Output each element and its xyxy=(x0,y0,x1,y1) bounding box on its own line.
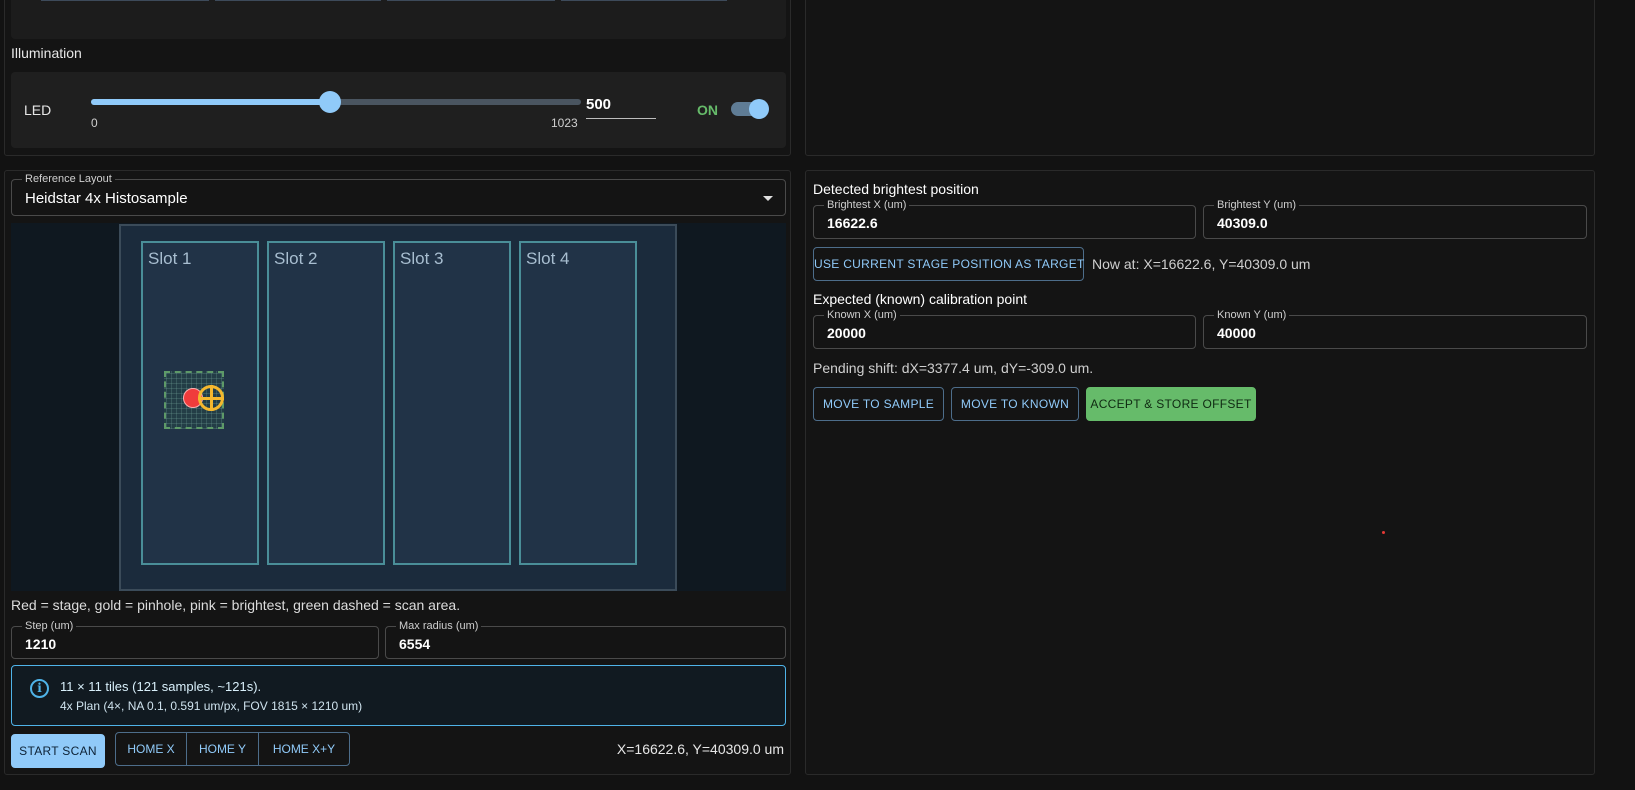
known-x-field[interactable]: Known X (um) 20000 xyxy=(813,308,1196,349)
detected-brightest-heading: Detected brightest position xyxy=(813,181,979,197)
stage-position-readout: X=16622.6, Y=40309.0 um xyxy=(616,741,784,757)
brightest-x-field[interactable]: Brightest X (um) 16622.6 xyxy=(813,198,1196,239)
control-stub-2 xyxy=(215,0,381,1)
move-to-sample-button[interactable]: MOVE TO SAMPLE xyxy=(813,387,944,421)
camera-controls-strip xyxy=(11,0,786,39)
control-stub-3 xyxy=(387,0,555,1)
led-toggle-label: ON xyxy=(697,102,718,118)
cursor-marker xyxy=(1382,531,1385,534)
use-current-position-button[interactable]: USE CURRENT STAGE POSITION AS TARGET xyxy=(813,247,1084,281)
control-stub-1 xyxy=(41,0,209,1)
scan-info-alert: i 11 × 11 tiles (121 samples, ~121s). 4x… xyxy=(11,665,786,726)
control-stub-4 xyxy=(561,0,727,1)
slot-1[interactable]: Slot 1 xyxy=(141,241,259,565)
move-to-known-button[interactable]: MOVE TO KNOWN xyxy=(951,387,1079,421)
led-value-input[interactable]: 500 xyxy=(586,96,656,119)
tiles-summary: 11 × 11 tiles (121 samples, ~121s). xyxy=(60,679,262,694)
slot-label: Slot 3 xyxy=(400,249,444,268)
slot-label: Slot 1 xyxy=(148,249,192,268)
max-radius-value: 6554 xyxy=(399,636,431,652)
led-slider[interactable] xyxy=(91,91,581,113)
led-slider-fill xyxy=(91,99,331,105)
home-xy-button[interactable]: HOME X+Y xyxy=(259,733,349,765)
start-scan-button[interactable]: START SCAN xyxy=(11,734,105,768)
reference-layout-canvas[interactable]: Slot 1 Slot 2 Slot 3 Slot 4 xyxy=(11,223,786,591)
slot-3[interactable]: Slot 3 xyxy=(393,241,511,565)
max-radius-label: Max radius (um) xyxy=(396,619,482,633)
brightest-x-value: 16622.6 xyxy=(827,215,878,231)
slot-label: Slot 2 xyxy=(274,249,318,268)
chevron-down-icon[interactable] xyxy=(763,196,773,201)
home-y-button[interactable]: HOME Y xyxy=(187,733,259,765)
slot-2[interactable]: Slot 2 xyxy=(267,241,385,565)
illumination-panel: Illumination LED 0 1023 500 ON xyxy=(4,0,791,156)
led-toggle-switch[interactable] xyxy=(731,99,769,119)
known-x-label: Known X (um) xyxy=(824,308,900,322)
known-y-field[interactable]: Known Y (um) 40000 xyxy=(1203,308,1587,349)
preview-panel xyxy=(805,0,1595,156)
slide-holder: Slot 1 Slot 2 Slot 3 Slot 4 xyxy=(119,224,677,591)
step-field[interactable]: Step (um) 1210 xyxy=(11,619,379,659)
brightest-y-value: 40309.0 xyxy=(1217,215,1268,231)
layout-legend-text: Red = stage, gold = pinhole, pink = brig… xyxy=(11,597,461,613)
known-y-value: 40000 xyxy=(1217,325,1256,341)
led-toggle-thumb[interactable] xyxy=(749,99,769,119)
led-label: LED xyxy=(24,102,52,118)
slot-label: Slot 4 xyxy=(526,249,570,268)
max-radius-field[interactable]: Max radius (um) 6554 xyxy=(385,619,786,659)
known-y-label: Known Y (um) xyxy=(1214,308,1290,322)
info-icon: i xyxy=(30,679,49,698)
scan-panel: Reference Layout Heidstar 4x Histosample… xyxy=(4,170,791,775)
brightest-y-field[interactable]: Brightest Y (um) 40309.0 xyxy=(1203,198,1587,239)
slot-4[interactable]: Slot 4 xyxy=(519,241,637,565)
expected-calibration-heading: Expected (known) calibration point xyxy=(813,291,1028,307)
slider-min-label: 0 xyxy=(91,116,98,130)
led-control: LED 0 1023 500 ON xyxy=(11,72,786,148)
now-at-readout: Now at: X=16622.6, Y=40309.0 um xyxy=(1092,256,1311,272)
objective-summary: 4x Plan (4×, NA 0.1, 0.591 um/px, FOV 18… xyxy=(60,699,363,713)
calibration-panel: Detected brightest position Brightest X … xyxy=(805,170,1595,775)
reference-layout-legend: Reference Layout xyxy=(22,172,115,186)
illumination-heading: Illumination xyxy=(11,45,82,61)
brightest-x-label: Brightest X (um) xyxy=(824,198,910,212)
pinhole-crosshair-icon xyxy=(198,385,224,411)
known-x-value: 20000 xyxy=(827,325,866,341)
step-label: Step (um) xyxy=(22,619,77,633)
slider-max-label: 1023 xyxy=(551,116,578,130)
accept-store-offset-button[interactable]: ACCEPT & STORE OFFSET xyxy=(1086,387,1256,421)
pending-shift-text: Pending shift: dX=3377.4 um, dY=-309.0 u… xyxy=(813,360,1094,376)
reference-layout-value: Heidstar 4x Histosample xyxy=(25,190,188,207)
brightest-y-label: Brightest Y (um) xyxy=(1214,198,1300,212)
home-x-button[interactable]: HOME X xyxy=(116,733,187,765)
reference-layout-select[interactable]: Reference Layout Heidstar 4x Histosample xyxy=(11,172,786,216)
step-value: 1210 xyxy=(25,636,57,652)
led-slider-thumb[interactable] xyxy=(319,91,342,113)
home-button-group: HOME X HOME Y HOME X+Y xyxy=(115,732,350,766)
